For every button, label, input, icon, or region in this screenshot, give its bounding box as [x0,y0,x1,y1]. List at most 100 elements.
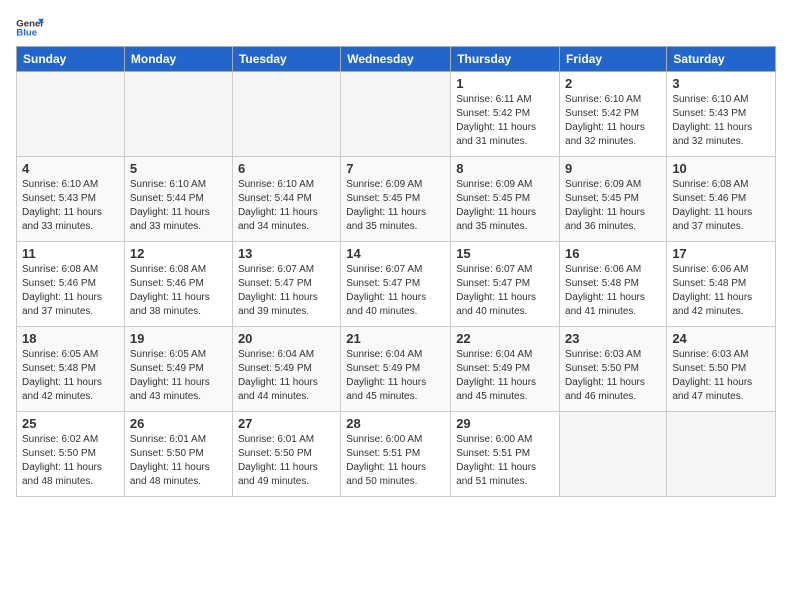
calendar-cell: 19 Sunrise: 6:05 AM Sunset: 5:49 PM Dayli… [124,327,232,412]
calendar-cell: 12Sunrise: 6:08 AM Sunset: 5:46 PM Dayli… [124,242,232,327]
day-detail: Sunrise: 6:07 AM Sunset: 5:47 PM Dayligh… [238,263,335,319]
day-number: 6 [238,161,335,176]
calendar-week-row: 25 Sunrise: 6:02 AM Sunset: 5:50 PM Dayli… [17,412,776,497]
day-detail: Sunrise: 6:10 AM Sunset: 5:43 PM Dayligh… [672,93,770,149]
day-detail: Sunrise: 6:00 AM Sunset: 5:51 PM Dayligh… [456,433,554,489]
calendar-cell: 27 Sunrise: 6:01 AM Sunset: 5:50 PM Dayli… [232,412,340,497]
calendar-cell: 23 Sunrise: 6:03 AM Sunset: 5:50 PM Dayli… [560,327,667,412]
calendar-cell: 5 Sunrise: 6:10 AM Sunset: 5:44 PM Daylig… [124,157,232,242]
day-detail: Sunrise: 6:10 AM Sunset: 5:43 PM Dayligh… [22,178,119,234]
logo: General Blue [16,16,44,38]
day-number: 23 [565,331,661,346]
day-number: 4 [22,161,119,176]
day-detail: Sunrise: 6:09 AM Sunset: 5:45 PM Dayligh… [456,178,554,234]
day-number: 21 [346,331,445,346]
calendar-table: SundayMondayTuesdayWednesdayThursdayFrid… [16,46,776,497]
calendar-cell: 15 Sunrise: 6:07 AM Sunset: 5:47 PM Dayli… [451,242,560,327]
col-header-friday: Friday [560,47,667,72]
calendar-header-row: SundayMondayTuesdayWednesdayThursdayFrid… [17,47,776,72]
col-header-sunday: Sunday [17,47,125,72]
generalblue-logo-icon: General Blue [16,16,44,38]
day-detail: Sunrise: 6:09 AM Sunset: 5:45 PM Dayligh… [565,178,661,234]
calendar-cell: 3 Sunrise: 6:10 AM Sunset: 5:43 PM Daylig… [667,72,776,157]
day-number: 25 [22,416,119,431]
day-detail: Sunrise: 6:01 AM Sunset: 5:50 PM Dayligh… [130,433,227,489]
day-number: 19 [130,331,227,346]
day-detail: Sunrise: 6:01 AM Sunset: 5:50 PM Dayligh… [238,433,335,489]
day-number: 2 [565,76,661,91]
day-detail: Sunrise: 6:08 AM Sunset: 5:46 PM Dayligh… [130,263,227,319]
day-number: 15 [456,246,554,261]
day-detail: Sunrise: 6:07 AM Sunset: 5:47 PM Dayligh… [456,263,554,319]
col-header-monday: Monday [124,47,232,72]
calendar-cell: 22 Sunrise: 6:04 AM Sunset: 5:49 PM Dayli… [451,327,560,412]
calendar-cell [341,72,451,157]
day-detail: Sunrise: 6:06 AM Sunset: 5:48 PM Dayligh… [672,263,770,319]
col-header-tuesday: Tuesday [232,47,340,72]
day-detail: Sunrise: 6:05 AM Sunset: 5:49 PM Dayligh… [130,348,227,404]
col-header-saturday: Saturday [667,47,776,72]
day-number: 3 [672,76,770,91]
day-detail: Sunrise: 6:10 AM Sunset: 5:44 PM Dayligh… [130,178,227,234]
day-detail: Sunrise: 6:08 AM Sunset: 5:46 PM Dayligh… [672,178,770,234]
day-number: 7 [346,161,445,176]
day-detail: Sunrise: 6:05 AM Sunset: 5:48 PM Dayligh… [22,348,119,404]
day-detail: Sunrise: 6:03 AM Sunset: 5:50 PM Dayligh… [672,348,770,404]
calendar-cell: 26 Sunrise: 6:01 AM Sunset: 5:50 PM Dayli… [124,412,232,497]
day-number: 26 [130,416,227,431]
calendar-cell: 9 Sunrise: 6:09 AM Sunset: 5:45 PM Daylig… [560,157,667,242]
calendar-cell: 1 Sunrise: 6:11 AM Sunset: 5:42 PM Daylig… [451,72,560,157]
calendar-cell [124,72,232,157]
calendar-cell: 28Sunrise: 6:00 AM Sunset: 5:51 PM Dayli… [341,412,451,497]
day-number: 1 [456,76,554,91]
day-number: 10 [672,161,770,176]
calendar-cell: 20 Sunrise: 6:04 AM Sunset: 5:49 PM Dayli… [232,327,340,412]
col-header-wednesday: Wednesday [341,47,451,72]
calendar-cell [667,412,776,497]
day-number: 5 [130,161,227,176]
calendar-week-row: 18 Sunrise: 6:05 AM Sunset: 5:48 PM Dayli… [17,327,776,412]
calendar-week-row: 11 Sunrise: 6:08 AM Sunset: 5:46 PM Dayli… [17,242,776,327]
day-number: 8 [456,161,554,176]
day-detail: Sunrise: 6:04 AM Sunset: 5:49 PM Dayligh… [238,348,335,404]
day-detail: Sunrise: 6:03 AM Sunset: 5:50 PM Dayligh… [565,348,661,404]
day-detail: Sunrise: 6:04 AM Sunset: 5:49 PM Dayligh… [346,348,445,404]
calendar-cell: 14 Sunrise: 6:07 AM Sunset: 5:47 PM Dayli… [341,242,451,327]
day-number: 16 [565,246,661,261]
day-detail: Sunrise: 6:11 AM Sunset: 5:42 PM Dayligh… [456,93,554,149]
day-detail: Sunrise: 6:07 AM Sunset: 5:47 PM Dayligh… [346,263,445,319]
day-number: 11 [22,246,119,261]
day-number: 28 [346,416,445,431]
day-detail: Sunrise: 6:02 AM Sunset: 5:50 PM Dayligh… [22,433,119,489]
calendar-cell: 17 Sunrise: 6:06 AM Sunset: 5:48 PM Dayli… [667,242,776,327]
calendar-cell: 10 Sunrise: 6:08 AM Sunset: 5:46 PM Dayli… [667,157,776,242]
day-detail: Sunrise: 6:04 AM Sunset: 5:49 PM Dayligh… [456,348,554,404]
calendar-cell [232,72,340,157]
day-number: 27 [238,416,335,431]
calendar-cell: 16 Sunrise: 6:06 AM Sunset: 5:48 PM Dayli… [560,242,667,327]
day-number: 13 [238,246,335,261]
day-number: 9 [565,161,661,176]
calendar-cell: 25 Sunrise: 6:02 AM Sunset: 5:50 PM Dayli… [17,412,125,497]
day-detail: Sunrise: 6:10 AM Sunset: 5:44 PM Dayligh… [238,178,335,234]
day-number: 22 [456,331,554,346]
page-header: General Blue [16,16,776,38]
calendar-week-row: 1 Sunrise: 6:11 AM Sunset: 5:42 PM Daylig… [17,72,776,157]
day-number: 17 [672,246,770,261]
day-number: 14 [346,246,445,261]
calendar-cell: 6 Sunrise: 6:10 AM Sunset: 5:44 PM Daylig… [232,157,340,242]
day-number: 18 [22,331,119,346]
calendar-cell: 13 Sunrise: 6:07 AM Sunset: 5:47 PM Dayli… [232,242,340,327]
day-detail: Sunrise: 6:06 AM Sunset: 5:48 PM Dayligh… [565,263,661,319]
day-detail: Sunrise: 6:09 AM Sunset: 5:45 PM Dayligh… [346,178,445,234]
svg-text:Blue: Blue [16,27,37,38]
calendar-week-row: 4 Sunrise: 6:10 AM Sunset: 5:43 PM Daylig… [17,157,776,242]
calendar-cell [560,412,667,497]
day-number: 20 [238,331,335,346]
calendar-cell: 18 Sunrise: 6:05 AM Sunset: 5:48 PM Dayli… [17,327,125,412]
calendar-cell: 4 Sunrise: 6:10 AM Sunset: 5:43 PM Daylig… [17,157,125,242]
day-detail: Sunrise: 6:10 AM Sunset: 5:42 PM Dayligh… [565,93,661,149]
calendar-cell: 2 Sunrise: 6:10 AM Sunset: 5:42 PM Daylig… [560,72,667,157]
calendar-cell: 21 Sunrise: 6:04 AM Sunset: 5:49 PM Dayli… [341,327,451,412]
calendar-cell: 7 Sunrise: 6:09 AM Sunset: 5:45 PM Daylig… [341,157,451,242]
